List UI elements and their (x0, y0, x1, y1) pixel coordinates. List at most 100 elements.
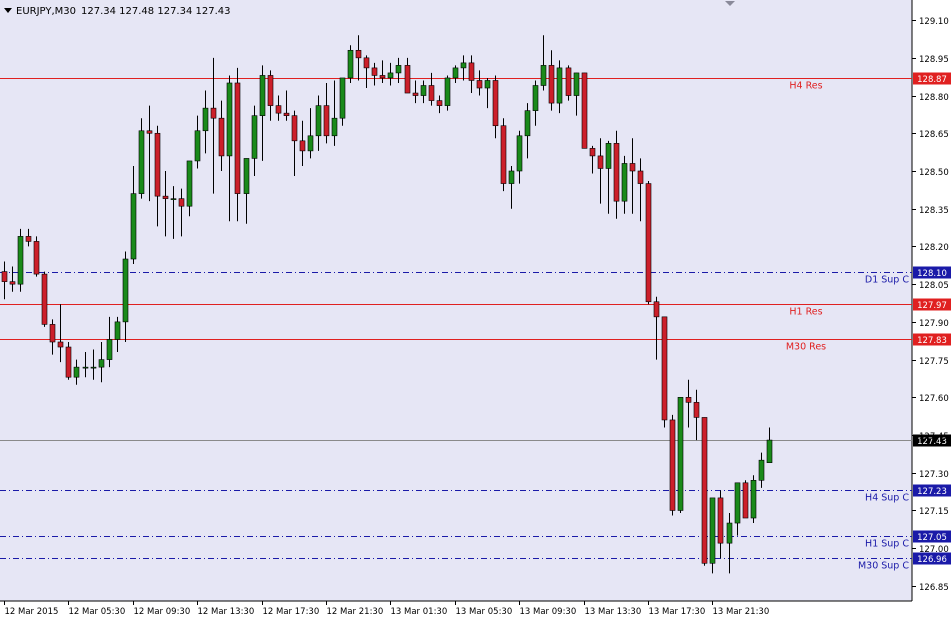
candle-body (355, 49, 362, 59)
candle-body (444, 77, 451, 106)
price-tick-label: 129.10 (919, 17, 949, 27)
candle-body (436, 100, 443, 106)
candle-body (347, 49, 354, 79)
time-tick-label: 12 Mar 21:30 (327, 607, 384, 617)
candle-body (589, 148, 596, 157)
candle-body (412, 92, 419, 96)
price-tick-label: 127.30 (919, 470, 949, 480)
candle-body (540, 65, 547, 86)
candle-body (565, 67, 572, 96)
candle-body (742, 482, 749, 519)
candle-body (259, 75, 266, 116)
candle-body (709, 497, 716, 564)
candle-body (653, 301, 660, 318)
chart-header: EURJPY,M30 127.34 127.48 127.34 127.43 (4, 6, 231, 17)
candle-body (291, 115, 298, 142)
level-price-label: 127.97 (917, 301, 947, 311)
candle-body (621, 163, 628, 202)
candle-body (428, 85, 435, 101)
price-tick-label: 127.60 (919, 394, 949, 404)
price-tick-label: 128.95 (919, 55, 949, 65)
candle-body (726, 522, 733, 544)
level-name-label: M30 Res (786, 342, 826, 353)
symbol-timeframe: EURJPY,M30 (16, 6, 76, 17)
level-name-label: H4 Res (789, 81, 822, 92)
level-price-label: 127.83 (917, 336, 947, 346)
price-chart[interactable]: H4 Res 128.87 D1 Sup C 128.10 H1 Res 127.97 M3… (0, 0, 952, 619)
candle-body (162, 195, 169, 199)
candle-body (387, 72, 394, 79)
time-tick-label: 12 Mar 17:30 (263, 607, 320, 617)
price-tick-label: 127.75 (919, 357, 949, 367)
candle-body (323, 105, 330, 137)
candle-body (460, 62, 467, 69)
candle-body (90, 366, 97, 369)
candle-body (661, 316, 668, 421)
candle-body (146, 130, 153, 134)
time-tick-label: 13 Mar 05:30 (456, 607, 513, 617)
price-tick-label: 128.65 (919, 130, 949, 140)
time-tick-label: 13 Mar 13:30 (585, 607, 642, 617)
candle-body (556, 67, 563, 104)
candle-body (717, 497, 724, 544)
candle-body (210, 107, 217, 119)
candle-body (275, 105, 282, 114)
time-tick-label: 12 Mar 09:30 (134, 607, 191, 617)
candle-body (267, 75, 274, 106)
candle-body (17, 236, 24, 285)
candle-body (758, 459, 765, 481)
candle-body (194, 130, 201, 162)
candle-body (25, 236, 32, 242)
candle-body (766, 439, 773, 463)
candle-body (122, 258, 129, 323)
candle-body (41, 273, 48, 325)
level-price-label: 127.05 (917, 533, 947, 543)
candle-body (685, 397, 692, 403)
time-tick-label: 12 Mar 2015 (5, 607, 59, 617)
level-name-label: D1 Sup C (865, 275, 909, 286)
candle-body (693, 402, 700, 418)
level-name-label: M30 Sup C (858, 561, 909, 572)
candle-body (548, 65, 555, 104)
candle-body (597, 155, 604, 169)
candle-body (315, 105, 322, 137)
level-price-label: 126.96 (917, 555, 947, 565)
candle-body (49, 324, 56, 343)
time-tick-label: 12 Mar 13:30 (198, 607, 255, 617)
candle-body (701, 417, 708, 564)
candle-body (532, 85, 539, 111)
candle-body (307, 135, 314, 152)
candle-body (500, 125, 507, 184)
level-price-label: 128.87 (917, 75, 947, 85)
ohlc-readout: 127.34 127.48 127.34 127.43 (81, 6, 231, 17)
candle-body (186, 160, 193, 207)
plot-background (0, 0, 912, 601)
candle-body (404, 65, 411, 94)
candle-body (170, 198, 177, 200)
candle-body (613, 143, 620, 202)
candle-body (420, 85, 427, 96)
candle-body (492, 80, 499, 127)
candle-body (138, 130, 145, 194)
candle-body (524, 110, 531, 137)
price-tick-label: 127.90 (919, 319, 949, 329)
price-tick-label: 128.80 (919, 93, 949, 103)
candle-body (9, 281, 16, 285)
candle-body (508, 170, 515, 184)
candle-body (98, 359, 105, 368)
candle-body (629, 163, 636, 172)
candle-body (637, 170, 644, 184)
candle-body (573, 72, 580, 96)
candle-body (202, 107, 209, 132)
candle-body (476, 80, 483, 89)
candle-body (677, 397, 684, 511)
candle-body (33, 241, 40, 275)
candle-body (395, 65, 402, 74)
time-tick-label: 13 Mar 21:30 (713, 607, 770, 617)
candle-body (114, 321, 121, 340)
level-name-label: H1 Sup C (865, 539, 909, 550)
price-tick-label: 126.85 (919, 583, 949, 593)
time-tick-label: 13 Mar 17:30 (649, 607, 706, 617)
level-price-label: 127.23 (917, 487, 947, 497)
price-tick-label: 128.20 (919, 243, 949, 253)
